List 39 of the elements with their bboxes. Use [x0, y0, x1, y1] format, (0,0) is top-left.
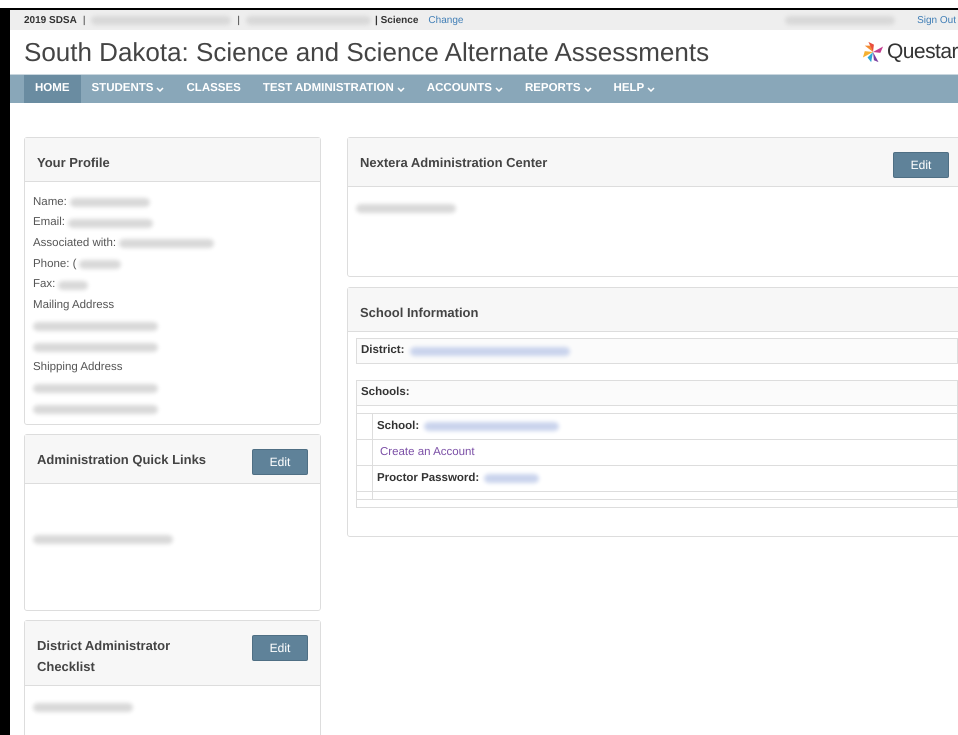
field-label: Schools: [361, 385, 410, 400]
field-label: Name: [33, 194, 67, 210]
separator: | [237, 14, 240, 28]
address-heading: Mailing Address [33, 298, 114, 314]
field-label: Phone: ( [33, 256, 76, 272]
edit-button[interactable]: Edit [252, 449, 308, 475]
pinwheel-icon [862, 41, 884, 63]
nav-tab[interactable]: REPORTS [514, 75, 603, 103]
card-title: Your Profile [37, 154, 110, 172]
nav-tab[interactable]: CLASSES [175, 75, 252, 103]
field-label: Fax: [33, 277, 56, 292]
program-label: 2019 SDSA [24, 14, 77, 28]
field-label: Email: [33, 215, 65, 230]
redacted-text [58, 280, 88, 290]
field-label: School: [377, 418, 420, 434]
card-title: District Administrator Checklist [37, 637, 172, 676]
nav-tab[interactable]: HELP [602, 75, 666, 103]
page-title: South Dakota: Science and Science Alternate Assessments [24, 36, 710, 68]
sign-out-link[interactable]: Sign Out [917, 12, 956, 28]
nav-tab[interactable]: STUDENTS [80, 75, 176, 103]
field-label: Proctor Password: [377, 470, 480, 486]
redacted-text [484, 474, 540, 483]
logo-text: Questar [886, 39, 958, 66]
change-link[interactable]: Change [428, 12, 464, 28]
edit-button[interactable]: Edit [252, 635, 308, 661]
redacted-text [79, 260, 122, 269]
field-label: Associated with: [33, 236, 116, 252]
nav-tab[interactable]: ACCOUNTS [416, 75, 514, 103]
separator: | [82, 14, 86, 28]
field-label: District: [361, 343, 404, 358]
edit-button[interactable]: Edit [893, 152, 949, 178]
card-title: Nextera Administration Center [360, 154, 548, 172]
address-heading: Shipping Address [33, 360, 123, 376]
create-account-link[interactable]: Create an Account [380, 444, 475, 462]
nav-tab[interactable]: HOME [24, 75, 80, 103]
card-title: School Information [360, 304, 478, 322]
subject-label: | Science [375, 14, 418, 28]
card-title: Administration Quick Links [37, 451, 206, 469]
nav-tab[interactable]: TEST ADMINISTRATION [252, 75, 416, 103]
